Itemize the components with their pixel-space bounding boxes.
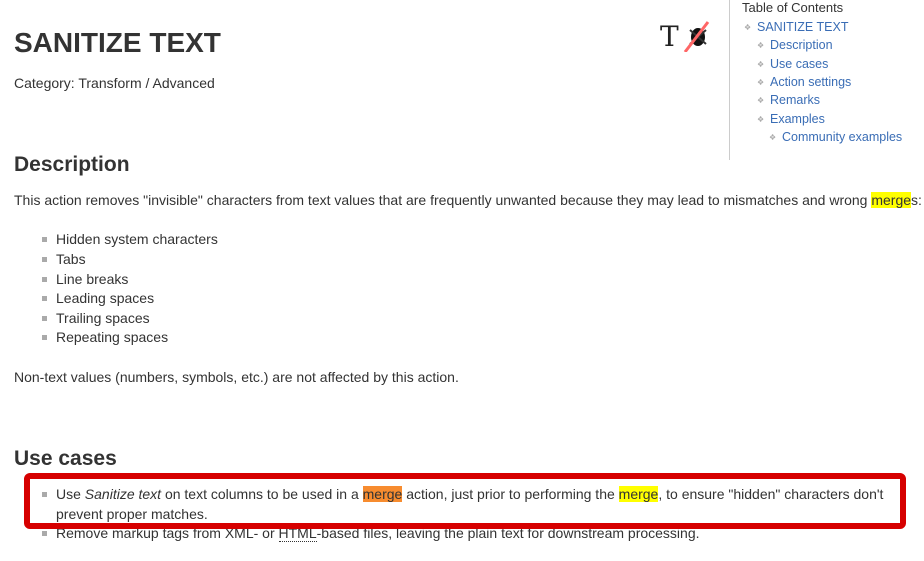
toc-item-community-examples[interactable]: Community examples [769,130,902,144]
toc-item-use-cases[interactable]: Use cases [757,57,828,71]
description-intro: This action removes "invisible" characte… [14,191,922,209]
annotation-highlight-box [24,473,906,529]
toc-item-action-settings[interactable]: Action settings [757,75,851,89]
highlight-merge: merge [871,192,912,208]
toc-item-description[interactable]: Description [757,38,832,52]
list-item: Trailing spaces [56,310,150,326]
bullet [42,277,47,282]
use-cases-heading: Use cases [14,447,117,470]
toc-divider [729,0,730,160]
list-item: Hidden system characters [56,231,218,247]
toc-item-examples[interactable]: Examples [757,112,825,126]
bullet [42,257,47,262]
bullet [42,237,47,242]
intro-text-end: s: [911,192,922,208]
description-heading: Description [14,153,130,176]
toc-item-sanitize-text[interactable]: SANITIZE TEXT [744,20,849,34]
bullet [42,296,47,301]
bullet [42,531,47,536]
list-item: Leading spaces [56,290,155,306]
category-text: Category: Transform / Advanced [14,75,215,91]
list-item: Tabs [56,251,86,267]
list-item: Repeating spaces [56,329,169,345]
toc-item-remarks[interactable]: Remarks [757,93,820,107]
sanitize-bug-icon: T [660,20,710,53]
description-note: Non-text values (numbers, symbols, etc.)… [14,369,459,385]
toc-title: Table of Contents [742,0,844,15]
intro-text: This action removes "invisible" characte… [14,192,872,208]
list-item: Line breaks [56,271,129,287]
bullet [42,335,47,340]
bullet [42,316,47,321]
page-title: SANITIZE TEXT [14,27,221,58]
